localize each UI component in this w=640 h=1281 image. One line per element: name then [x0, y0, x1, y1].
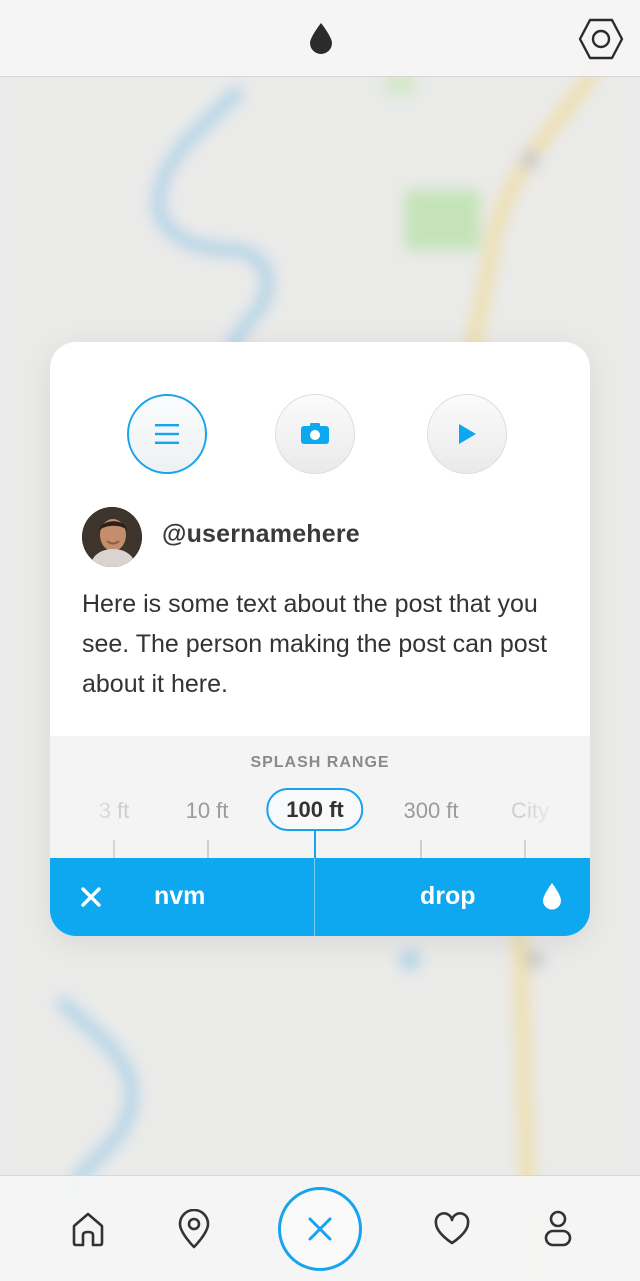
range-selected-tick	[314, 830, 316, 858]
nav-location[interactable]	[172, 1206, 216, 1252]
user-icon	[544, 1210, 572, 1247]
hexagon-settings-icon[interactable]	[578, 18, 624, 60]
post-card: @usernamehere Here is some text about th…	[50, 342, 590, 936]
range-option-300ft[interactable]: 300 ft	[403, 798, 458, 824]
range-tick	[207, 840, 209, 858]
range-option-100ft[interactable]: 100 ft	[266, 788, 364, 831]
camera-icon	[301, 423, 329, 444]
nav-favorites[interactable]	[430, 1206, 474, 1252]
nav-profile[interactable]	[536, 1206, 580, 1252]
username[interactable]: @usernamehere	[162, 520, 360, 549]
nav-home[interactable]	[66, 1206, 110, 1252]
cancel-button[interactable]: nvm	[50, 858, 314, 936]
action-bar: nvm drop	[50, 858, 590, 936]
location-pin-icon	[178, 1209, 210, 1249]
video-post-button[interactable]	[427, 394, 507, 474]
avatar	[82, 507, 142, 567]
photo-post-button[interactable]	[275, 394, 355, 474]
cancel-label: nvm	[154, 882, 206, 910]
heart-icon	[434, 1212, 470, 1245]
close-post-button[interactable]	[278, 1187, 362, 1271]
range-fade-left	[50, 780, 120, 858]
drop-label: drop	[420, 882, 476, 910]
range-fade-right	[520, 780, 590, 858]
top-bar	[0, 0, 640, 77]
bottom-nav	[0, 1175, 640, 1281]
range-tick	[420, 840, 422, 858]
drop-icon	[309, 22, 333, 54]
menu-lines-icon	[155, 424, 179, 444]
close-icon	[308, 1217, 332, 1241]
splash-range-title: SPLASH RANGE	[250, 754, 390, 771]
drop-icon	[543, 883, 561, 910]
post-text: Here is some text about the post that yo…	[82, 590, 548, 698]
splash-range-selector[interactable]: SPLASH RANGE 3 ft 10 ft 100 ft 300 ft Ci…	[50, 736, 590, 858]
text-post-button[interactable]	[127, 394, 207, 474]
play-icon	[459, 424, 476, 444]
home-icon	[72, 1212, 104, 1247]
close-icon	[81, 887, 101, 907]
range-option-10ft[interactable]: 10 ft	[186, 798, 229, 824]
drop-button[interactable]: drop	[315, 858, 590, 936]
